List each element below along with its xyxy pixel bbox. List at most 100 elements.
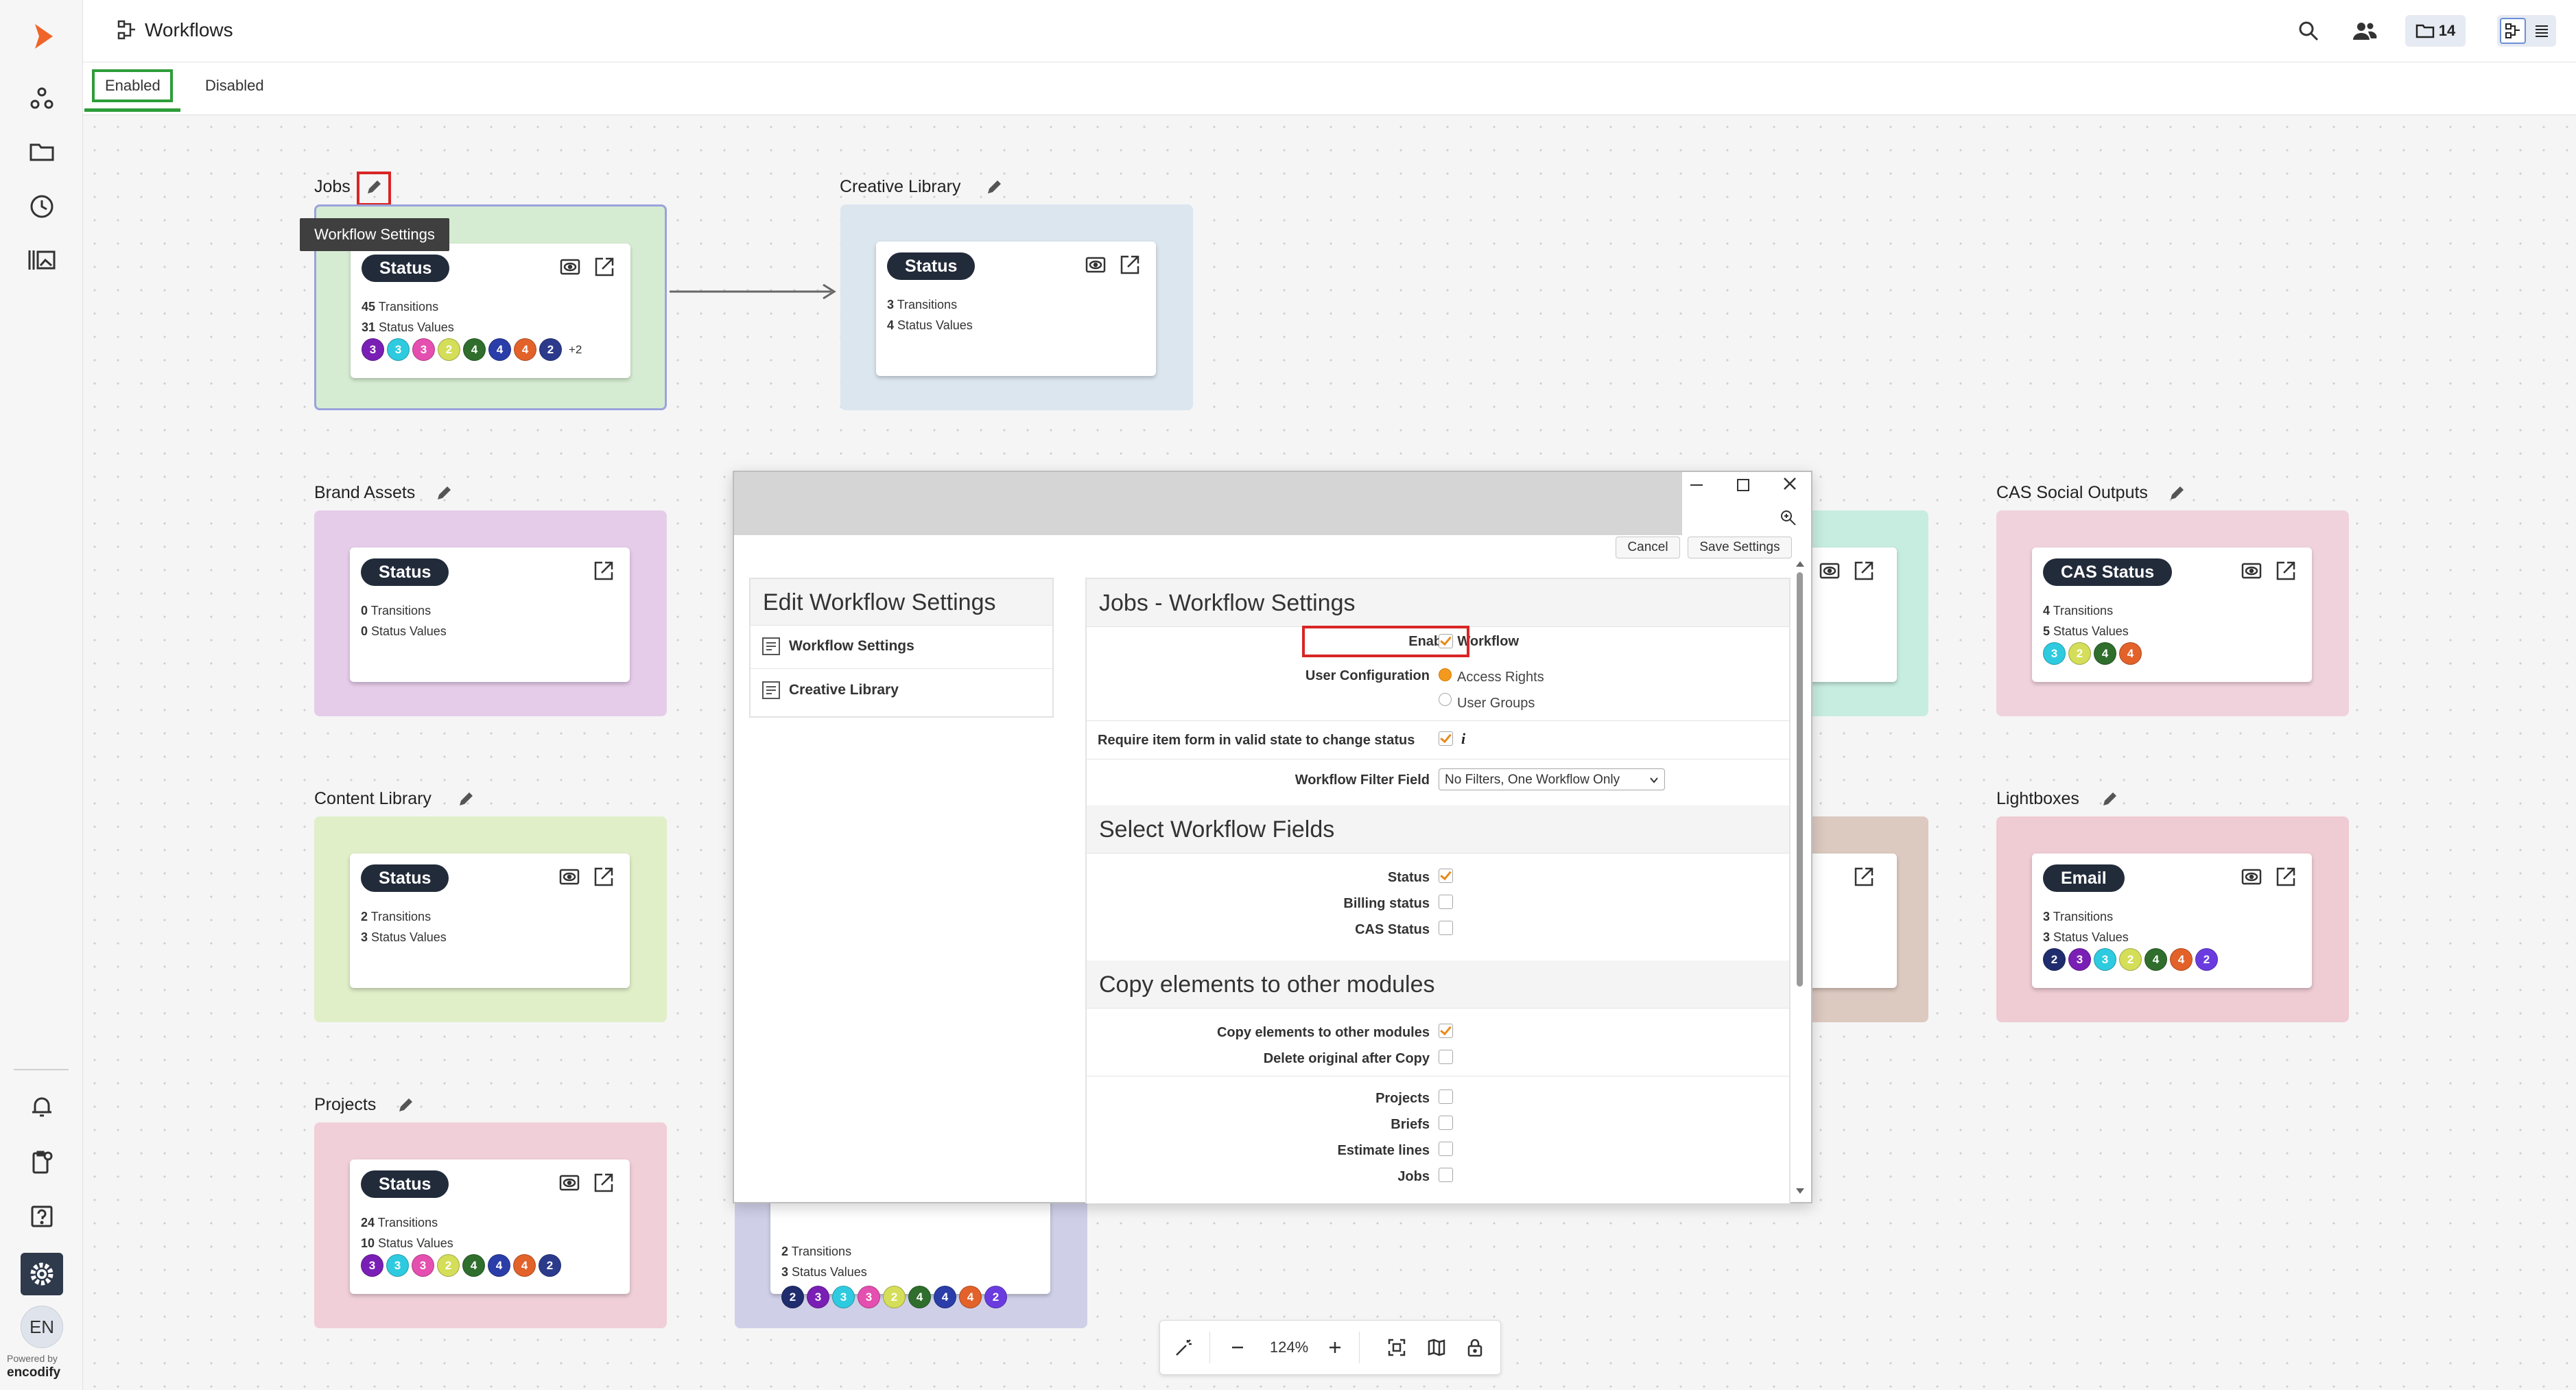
workflow-group-lightboxes[interactable]: Email 3 Transitions 3 Status Values 2332… [1996,816,2349,1022]
open-external-icon[interactable] [591,558,616,583]
workflow-group-creative-library[interactable]: Status 3 Transitions 4 Status Values [840,204,1193,410]
eye-icon[interactable] [557,864,582,889]
transitions-count: 24 Transitions [361,1216,438,1230]
require-valid-checkbox[interactable] [1439,731,1453,746]
lock-icon[interactable] [1462,1334,1488,1360]
status-chip: 2 [2195,948,2218,971]
workflow-group-projects[interactable]: Status 24 Transitions 10 Status Values 3… [314,1122,667,1328]
open-external-icon[interactable] [591,1170,616,1195]
user-configuration-label: User Configuration [1305,668,1430,683]
workflow-nodes-icon[interactable] [25,81,59,115]
eye-icon[interactable] [2239,864,2264,889]
dialog-scrollbar[interactable] [1793,560,1807,1198]
field-status-label: Status [1387,870,1430,885]
folder-count-badge[interactable]: 14 [2405,15,2466,47]
list-view-icon[interactable] [2529,18,2555,44]
tab-disabled[interactable]: Disabled [205,77,264,95]
eye-icon[interactable] [1817,558,1842,583]
projects-edit-pencil-icon[interactable] [394,1094,417,1117]
close-icon[interactable] [1782,476,1797,491]
transitions-value: 24 [361,1216,375,1229]
module-estimate-lines-checkbox[interactable] [1439,1142,1453,1156]
open-external-icon[interactable] [2273,864,2298,889]
side-item-creative-library[interactable]: Creative Library [761,681,899,700]
open-external-icon[interactable] [1118,252,1142,277]
scrollbar-thumb[interactable] [1797,572,1803,987]
delete-original-checkbox[interactable] [1439,1050,1453,1064]
library-icon[interactable] [25,243,59,277]
eye-icon[interactable] [1083,252,1108,277]
side-item-workflow-settings[interactable]: Workflow Settings [761,637,914,656]
fit-screen-icon[interactable] [1384,1334,1410,1360]
field-pill: Email [2043,864,2125,892]
eye-icon[interactable] [2239,558,2264,583]
settings-gear-icon[interactable] [21,1253,63,1295]
scroll-down-icon[interactable] [1795,1187,1805,1195]
module-projects-checkbox[interactable] [1439,1089,1453,1104]
maximize-icon[interactable] [1737,479,1749,491]
map-icon[interactable] [1423,1334,1450,1360]
clipboard-clock-icon[interactable] [25,1144,59,1179]
transitions-label: Transitions [370,604,432,617]
zoom-out-icon[interactable] [1225,1334,1251,1360]
workflow-group-cas-social-outputs[interactable]: CAS Status 4 Transitions 5 Status Values… [1996,510,2349,716]
workflow-card-brand-assets[interactable]: Status 0 Transitions 0 Status Values [350,547,630,682]
scroll-up-icon[interactable] [1795,560,1805,568]
users-icon[interactable] [2352,19,2378,43]
save-settings-button[interactable]: Save Settings [1688,537,1792,558]
workflow-card-creative-library[interactable]: Status 3 Transitions 4 Status Values [876,242,1156,376]
brand-assets-edit-pencil-icon[interactable] [432,482,456,505]
transitions-count: 3 Transitions [887,298,957,312]
filter-field-select[interactable]: No Filters, One Workflow Only [1439,768,1665,790]
module-briefs-checkbox[interactable] [1439,1116,1453,1130]
module-jobs-checkbox[interactable] [1439,1168,1453,1182]
zoom-in-plus-icon[interactable] [1322,1334,1348,1360]
diagram-view-icon[interactable] [2500,18,2526,44]
workflow-card-lightboxes[interactable]: Email 3 Transitions 3 Status Values 2332… [2032,853,2312,988]
cas-edit-pencil-icon[interactable] [2165,482,2188,505]
folder-icon[interactable] [25,134,59,169]
zoom-in-icon[interactable] [1780,509,1797,527]
eye-icon[interactable] [557,1170,582,1195]
help-icon[interactable] [25,1199,59,1234]
lightboxes-edit-pencil-icon[interactable] [2098,788,2121,811]
open-external-icon[interactable] [1852,864,1876,889]
open-external-icon[interactable] [591,864,616,889]
workflow-group-content-library[interactable]: Status 2 Transitions 3 Status Values [314,816,667,1022]
workflow-group-brand-assets[interactable]: Status 0 Transitions 0 Status Values [314,510,667,716]
workflow-card-content-library[interactable]: Status 2 Transitions 3 Status Values [350,853,630,988]
transitions-count: 4 Transitions [2043,604,2113,618]
eye-icon[interactable] [558,255,582,279]
workflow-card-jobs[interactable]: Status 45 Transitions 31 Status Values 3… [351,244,630,378]
info-icon[interactable]: i [1461,730,1465,748]
field-billing-status-checkbox[interactable] [1439,895,1453,909]
minimize-icon[interactable] [1690,484,1703,486]
field-status-checkbox[interactable] [1439,869,1453,883]
tab-enabled[interactable]: Enabled [105,77,161,95]
magic-wand-icon[interactable] [1171,1334,1197,1360]
logo-icon[interactable] [25,19,59,54]
access-rights-radio[interactable] [1439,668,1452,681]
workflow-card-cas-social-outputs[interactable]: CAS Status 4 Transitions 5 Status Values… [2032,547,2312,682]
user-groups-radio[interactable] [1439,693,1452,706]
open-external-icon[interactable] [592,255,617,279]
field-cas-status-checkbox[interactable] [1439,921,1453,935]
status-values-label: Status Values [378,1236,453,1250]
status-values-count: 3 Status Values [781,1265,867,1280]
workflows-icon [117,19,137,41]
copy-elements-checkbox[interactable] [1439,1024,1453,1038]
open-external-icon[interactable] [1852,558,1876,583]
creative-library-edit-pencil-icon[interactable] [982,176,1006,199]
content-library-edit-pencil-icon[interactable] [454,788,477,811]
search-icon[interactable] [2297,19,2320,43]
bell-icon[interactable] [25,1089,59,1124]
open-external-icon[interactable] [2273,558,2298,583]
workflow-card-projects[interactable]: Status 24 Transitions 10 Status Values 3… [350,1159,630,1294]
clock-icon[interactable] [25,189,59,224]
status-chip: 3 [412,338,435,361]
status-chips: 2332442 [2043,948,2221,971]
cancel-button[interactable]: Cancel [1616,537,1680,558]
avatar[interactable]: EN [21,1306,63,1348]
copy-elements-title: Copy elements to other modules [1087,961,1789,1009]
row-divider [1087,720,1789,721]
